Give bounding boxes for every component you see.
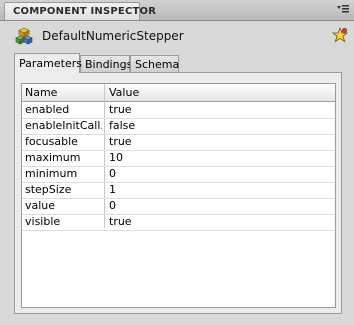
panel-titlebar: COMPONENT INSPECTOR bbox=[0, 0, 354, 21]
table-row[interactable]: enableInitCall... false bbox=[22, 118, 335, 135]
component-cubes-icon bbox=[15, 27, 33, 45]
tab-label: Parameters bbox=[19, 57, 82, 70]
panel-title: COMPONENT INSPECTOR bbox=[13, 6, 157, 17]
param-value[interactable]: 0 bbox=[109, 167, 329, 180]
panel-title-tab[interactable]: COMPONENT INSPECTOR bbox=[4, 2, 156, 20]
param-value[interactable]: 0 bbox=[109, 199, 329, 212]
table-row[interactable]: stepSize 1 bbox=[22, 182, 335, 199]
param-name: minimum bbox=[25, 167, 78, 180]
table-row[interactable]: maximum 10 bbox=[22, 150, 335, 167]
table-row[interactable]: minimum 0 bbox=[22, 166, 335, 183]
tab-label: Bindings bbox=[85, 58, 133, 71]
table-row[interactable]: enabled true bbox=[22, 102, 335, 119]
column-header-value[interactable]: Value bbox=[109, 86, 139, 99]
panel-menu-icon[interactable] bbox=[336, 3, 350, 15]
param-value[interactable]: true bbox=[109, 103, 329, 116]
tab-label: Schema bbox=[135, 58, 180, 71]
param-name: maximum bbox=[25, 151, 81, 164]
table-row[interactable]: focusable true bbox=[22, 134, 335, 151]
param-name: enabled bbox=[25, 103, 70, 116]
tab-parameters[interactable]: Parameters bbox=[14, 53, 82, 73]
param-value[interactable]: 1 bbox=[109, 183, 329, 196]
parameters-grid: Name Value enabled true enableInitCall..… bbox=[21, 83, 336, 308]
param-value[interactable]: true bbox=[109, 135, 329, 148]
param-name: focusable bbox=[25, 135, 78, 148]
param-name: value bbox=[25, 199, 56, 212]
param-value[interactable]: 10 bbox=[109, 151, 329, 164]
column-header-name[interactable]: Name bbox=[25, 86, 57, 99]
param-value[interactable]: true bbox=[109, 215, 329, 228]
grid-header: Name Value bbox=[22, 84, 335, 102]
tab-bindings[interactable]: Bindings bbox=[80, 55, 133, 72]
table-row[interactable]: visible true bbox=[22, 214, 335, 231]
param-name: enableInitCall... bbox=[25, 119, 102, 132]
param-name: stepSize bbox=[25, 183, 72, 196]
table-row[interactable]: value 0 bbox=[22, 198, 335, 215]
component-name: DefaultNumericStepper bbox=[42, 29, 184, 43]
param-name: visible bbox=[25, 215, 61, 228]
star-icon[interactable] bbox=[332, 27, 348, 43]
tab-schema[interactable]: Schema bbox=[130, 55, 179, 72]
param-value[interactable]: false bbox=[109, 119, 329, 132]
